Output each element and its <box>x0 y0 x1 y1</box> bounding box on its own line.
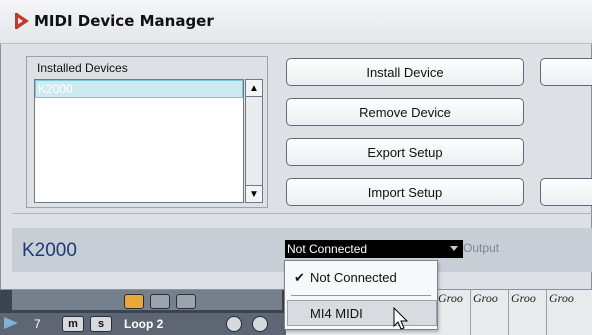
installed-devices-label: Installed Devices <box>37 61 128 75</box>
partial-button-bottom[interactable] <box>540 178 592 206</box>
chevron-down-icon <box>450 246 458 251</box>
section-divider <box>12 213 592 214</box>
remove-device-button[interactable]: Remove Device <box>286 98 524 126</box>
scroll-down-button[interactable]: ▼ <box>245 185 263 203</box>
music-note-icon[interactable] <box>124 294 144 309</box>
groove-label: Groo <box>549 291 574 305</box>
grid-line <box>508 290 509 335</box>
list-item[interactable]: K2000 <box>35 80 243 98</box>
chevron-down-icon: ▼ <box>249 188 259 200</box>
monitor-button[interactable] <box>252 316 268 332</box>
mute-button[interactable]: m <box>62 316 84 332</box>
partial-button-top[interactable] <box>540 58 592 86</box>
window-title: MIDI Device Manager <box>34 12 214 30</box>
list-item-label: K2000 <box>38 82 73 96</box>
window-titlebar: MIDI Device Manager <box>0 0 592 44</box>
folder-icon[interactable] <box>150 294 170 309</box>
groove-label: Groo <box>438 291 463 305</box>
option-label: Not Connected <box>310 270 397 285</box>
track-toolbar <box>12 290 282 310</box>
installed-devices-group: Installed Devices K2000 ▲ ▼ <box>26 56 268 208</box>
port-dropdown-menu: ✔ Not Connected MI4 MIDI <box>284 260 438 330</box>
option-label: MI4 MIDI <box>310 306 363 321</box>
dropdown-separator <box>291 295 431 296</box>
track-name: Loop 2 <box>124 317 164 331</box>
import-setup-button[interactable]: Import Setup <box>286 178 524 206</box>
scroll-up-button[interactable]: ▲ <box>245 79 263 97</box>
grid-line <box>470 290 471 335</box>
export-setup-button[interactable]: Export Setup <box>286 138 524 166</box>
groove-label: Groo <box>473 291 498 305</box>
mouse-cursor-icon <box>393 307 409 330</box>
output-label: Output <box>463 241 500 255</box>
port-select-value: Not Connected <box>287 242 368 256</box>
groove-label: Groo <box>511 291 536 305</box>
solo-button[interactable]: s <box>90 316 112 332</box>
dropdown-option-mi4-midi[interactable]: MI4 MIDI <box>287 300 437 326</box>
checkmark-icon: ✔ <box>294 270 305 285</box>
dropdown-option-not-connected[interactable]: ✔ Not Connected <box>286 265 436 291</box>
keyboard-icon[interactable] <box>176 294 196 309</box>
record-enable-button[interactable] <box>226 316 242 332</box>
selected-device-name: K2000 <box>22 240 77 261</box>
chevron-up-icon: ▲ <box>249 82 259 94</box>
installed-devices-list[interactable]: K2000 <box>34 79 244 203</box>
list-scrollbar[interactable]: ▲ ▼ <box>245 79 263 203</box>
output-port-select[interactable]: Not Connected <box>285 240 463 258</box>
track-arrow-icon <box>4 317 18 329</box>
cubase-logo-icon <box>15 13 29 29</box>
track-number: 7 <box>34 317 41 331</box>
install-device-button[interactable]: Install Device <box>286 58 524 86</box>
grid-line <box>546 290 547 335</box>
